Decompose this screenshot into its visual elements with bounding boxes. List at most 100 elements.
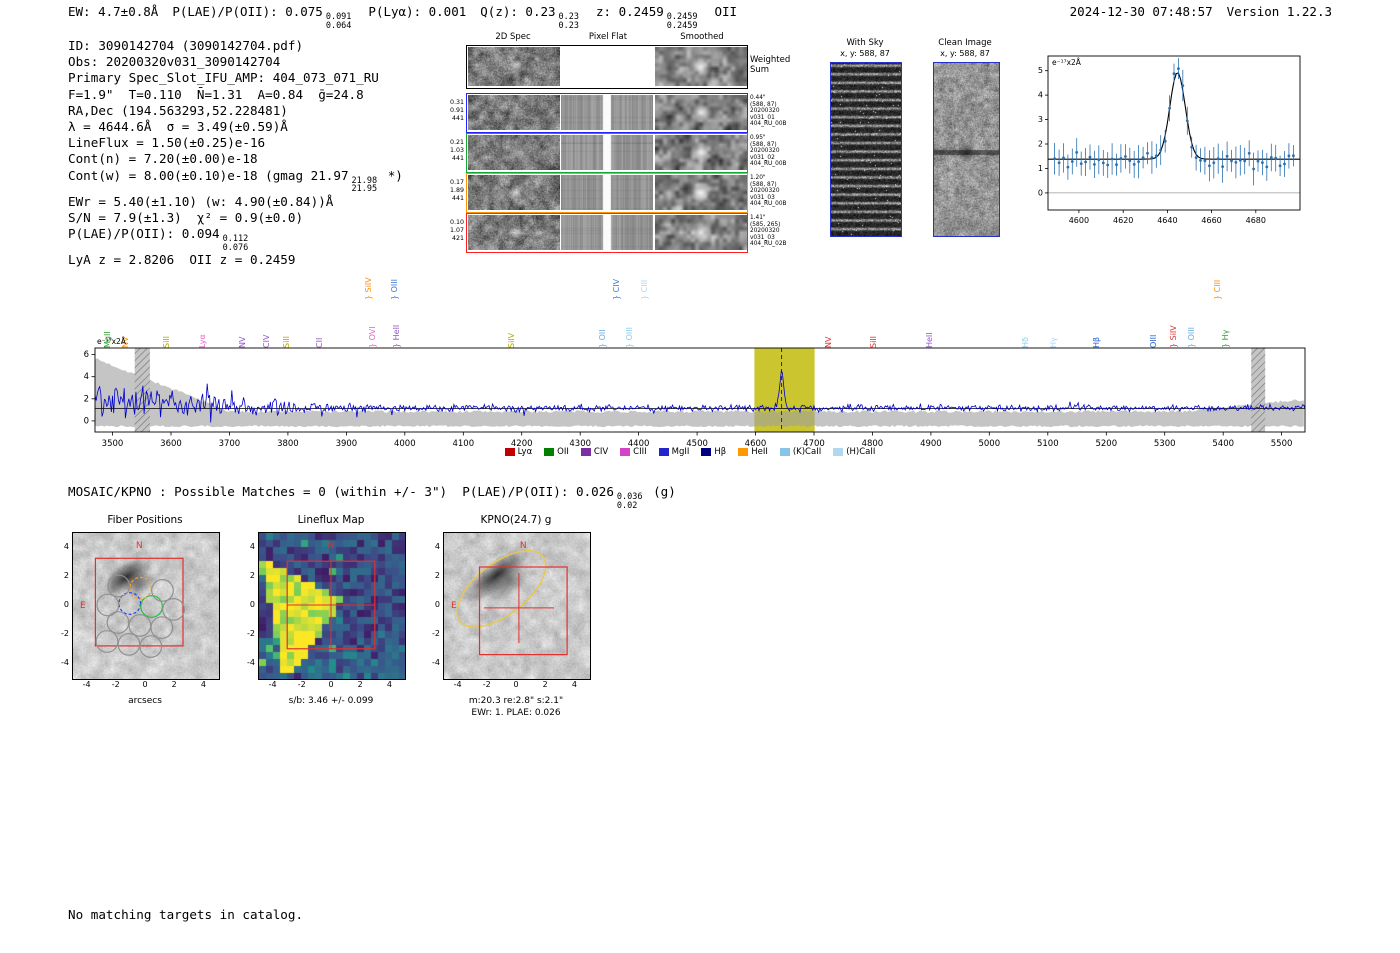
x-tick-label: 0 <box>142 680 148 689</box>
x-tick-label: -4 <box>82 680 91 689</box>
emission-line-label: } SiIV <box>363 277 373 300</box>
x-tick-label: -2 <box>111 680 120 689</box>
header-meta: 2024-12-30 07:48:57 Version 1.22.3 <box>1070 4 1332 19</box>
elixer-report-page: EW: 4.7±0.8Å P(LAE)/P(OII): 0.075 0.091 0.0… <box>0 0 1400 953</box>
spectrum-legend: Lyα OII CIV CIII MgII Hβ HeII (K)CaII (H)CaII <box>60 447 1320 457</box>
legend-swatch <box>658 448 669 456</box>
legend-item: (H)CaII <box>833 447 875 457</box>
legend-label: OII <box>557 447 569 457</box>
emission-line-label: } CIII <box>639 279 649 300</box>
pixel-flat-image <box>561 215 653 250</box>
legend-label: (K)CaII <box>792 447 822 457</box>
svg-text:0: 0 <box>84 416 89 426</box>
info-plae: P(LAE)/P(OII): 0.094 0.112 0.076 <box>68 226 249 253</box>
y-tick-label: 4 <box>63 541 69 551</box>
legend-swatch <box>544 448 555 456</box>
qz-value: Q(z): 0.23 0.23 0.23 <box>480 4 580 31</box>
info-seeing: F=1.9" T=0.110 N̄=1.31 A=0.84 ḡ=24.8 <box>68 86 364 102</box>
plya-value: P(Lyα): 0.001 <box>368 4 467 19</box>
svg-text:4660: 4660 <box>1201 216 1221 225</box>
info-id: ID: 3090142704 (3090142704.pdf) <box>68 38 304 53</box>
y-tick-label: -4 <box>247 658 255 668</box>
info-cont-n: Cont(n) = 7.20(±0.00)e-18 <box>68 151 258 167</box>
kpno-cutout-panel: KPNO(24.7) g NE -4 -2 0 2 4 4 2 0 -2 -4 m:20.3 re… <box>427 508 605 723</box>
emission-line-label: } OIII <box>389 278 399 300</box>
svg-text:4640: 4640 <box>1157 216 1177 225</box>
x-tick-label: 4 <box>386 680 392 689</box>
spec2d-column-title: Pixel Flat <box>588 32 628 42</box>
emission-line-label: } CIII <box>1212 279 1222 300</box>
y-tick-label: 0 <box>63 600 69 609</box>
fiber-circle <box>128 613 152 637</box>
svg-text:4: 4 <box>84 372 89 382</box>
y-tick-label: 0 <box>434 600 440 609</box>
emission-line-label: } CIV <box>612 278 622 300</box>
y-tick-label: 4 <box>434 541 440 551</box>
spec2d-cutout-grid: 2D Spec Pixel Flat Smoothed Weighted Sum 0.31… <box>444 32 804 258</box>
info-radec: RA,Dec (194.563293,52.228481) <box>68 102 288 118</box>
svg-text:3: 3 <box>1038 115 1043 124</box>
fiber-circle <box>95 630 119 653</box>
legend-item: CIII <box>620 447 647 457</box>
legend-swatch <box>738 448 749 456</box>
kpno-mag-caption: m:20.3 re:2.8" s:2.1" <box>468 696 564 706</box>
svg-text:5: 5 <box>1038 66 1043 75</box>
info-ewr: EWr = 5.40(±1.10) (w: 4.90(±0.84))Å <box>68 193 334 209</box>
info-wavelength: λ = 4644.6Å σ = 3.49(±0.59)Å <box>68 119 288 135</box>
fiber-circle <box>150 616 174 639</box>
fiber-circle <box>162 597 185 621</box>
legend-label: CIII <box>633 447 647 457</box>
smoothed-image <box>655 135 747 170</box>
qz-range: 0.23 0.23 <box>558 12 580 31</box>
clean-image-title: Clean Image <box>938 38 992 48</box>
legend-item: HeII <box>738 447 768 457</box>
legend-label: Hβ <box>714 447 727 457</box>
arcsec-axis-caption: arcsecs <box>128 696 162 706</box>
spec2d-row-right-labels: 1.20" (588, 87) 20200320 v031_03 404_RU_00B <box>750 175 787 208</box>
svg-text:6: 6 <box>84 350 89 360</box>
spec2d-row <box>466 173 748 213</box>
clean-image-coords: x, y: 588, 87 <box>940 49 990 58</box>
y-tick-label: -2 <box>247 629 255 639</box>
svg-text:4620: 4620 <box>1113 216 1133 225</box>
fiber-positions-title: Fiber Positions <box>107 514 183 526</box>
spec2d-column-title: 2D Spec <box>495 32 531 42</box>
smoothed-image <box>655 215 747 250</box>
plae-poii-range: 0.091 0.064 <box>325 12 352 31</box>
legend-swatch <box>620 448 631 456</box>
spec2d-image <box>468 135 560 170</box>
spec2d-row-left-labels: 0.21 1.03 441 <box>449 139 464 162</box>
east-marker: E <box>80 601 86 611</box>
svg-text:4600: 4600 <box>1069 216 1089 225</box>
timestamp: 2024-12-30 07:48:57 <box>1069 4 1213 19</box>
spec2d-row <box>466 45 748 89</box>
legend-swatch <box>833 448 844 456</box>
version-label: Version 1.22.3 <box>1226 4 1332 19</box>
mosaic-match-line: MOSAIC/KPNO : Possible Matches = 0 (with… <box>68 484 676 511</box>
legend-label: HeII <box>751 447 768 457</box>
z-range: 0.2459 0.2459 <box>666 12 698 31</box>
x-tick-label: 4 <box>200 680 206 689</box>
fitted-line-inset-plot: 4600 4620 4640 4660 4680 0 1 2 3 4 5 e⁻¹⁷x2Å <box>1030 48 1312 236</box>
east-marker: E <box>451 601 457 611</box>
ew-value: EW: 4.7±0.8Å <box>68 4 159 19</box>
svg-text:1: 1 <box>1038 164 1043 173</box>
legend-label: CIV <box>593 447 609 457</box>
y-tick-label: 2 <box>249 570 255 580</box>
smoothed-image <box>655 95 747 130</box>
north-marker: N <box>520 541 527 551</box>
gmag-range: 21.98 21.95 <box>351 175 378 195</box>
spec2d-image <box>468 215 560 250</box>
spec2d-row-right-labels: 0.95" (588, 87) 20200320 v031_02 404_RU_00B <box>750 135 787 168</box>
svg-text:4680: 4680 <box>1246 216 1266 225</box>
spec2d-row-left-labels: 0.31 0.91 441 <box>449 99 464 122</box>
legend-swatch <box>779 448 790 456</box>
spec2d-image <box>468 95 560 130</box>
x-tick-label: 2 <box>171 680 177 689</box>
x-tick-label: 4 <box>571 680 577 689</box>
legend-swatch <box>580 448 591 456</box>
clean-image <box>933 62 1000 237</box>
spec2d-row <box>466 93 748 133</box>
x-tick-label: 2 <box>542 680 548 689</box>
north-marker: N <box>328 541 335 551</box>
